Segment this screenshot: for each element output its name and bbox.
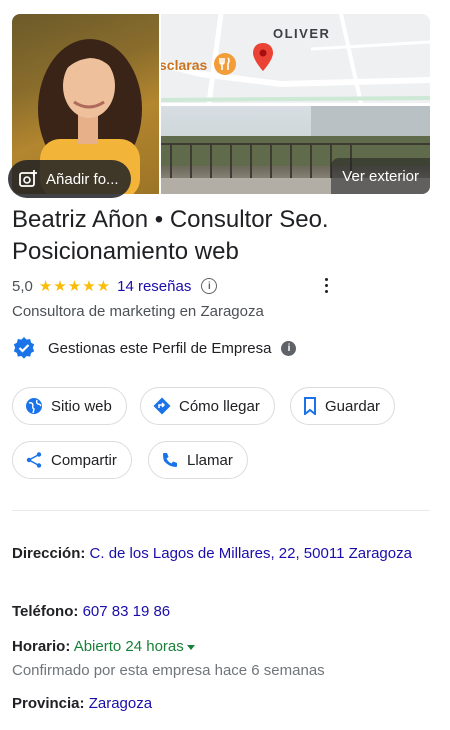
save-button[interactable]: Guardar [290, 387, 396, 425]
map-poi-label: sclaras [161, 57, 208, 73]
share-icon [26, 452, 42, 468]
save-label: Guardar [325, 397, 381, 415]
reviews-link[interactable]: 14 reseñas [117, 278, 191, 295]
restaurant-icon [214, 53, 236, 75]
address-value[interactable]: C. de los Lagos de Millares, 22, 50011 Z… [90, 545, 412, 562]
add-photo-label: Añadir fo... [46, 170, 119, 188]
info-icon[interactable]: i [201, 278, 218, 294]
globe-icon [26, 398, 42, 414]
call-label: Llamar [187, 451, 233, 469]
section-divider [12, 510, 430, 511]
hours-value[interactable]: Abierto 24 horas [74, 638, 184, 655]
location-pin-icon [253, 43, 273, 71]
managed-profile-row: Gestionas este Perfil de Empresa i [12, 336, 297, 360]
chevron-down-icon[interactable] [186, 644, 195, 650]
bookmark-icon [304, 397, 316, 415]
view-exterior-button[interactable]: Ver exterior [331, 158, 430, 194]
map-thumbnail[interactable]: OLIVER sclaras [161, 14, 430, 103]
view-exterior-label: Ver exterior [342, 167, 419, 185]
address-row: Dirección: C. de los Lagos de Millares, … [12, 543, 422, 565]
business-title: Beatriz Añon • Consultor Seo. Posicionam… [12, 206, 329, 265]
phone-value[interactable]: 607 83 19 86 [83, 603, 171, 620]
directions-label: Cómo llegar [179, 397, 260, 415]
share-button[interactable]: Compartir [12, 441, 132, 479]
province-label: Provincia: [12, 695, 85, 712]
managed-profile-label: Gestionas este Perfil de Empresa [48, 339, 272, 357]
province-value[interactable]: Zaragoza [89, 695, 152, 712]
call-button[interactable]: Llamar [148, 441, 248, 479]
province-row: Provincia: Zaragoza [12, 693, 422, 715]
directions-button[interactable]: Cómo llegar [140, 387, 275, 425]
directions-icon [153, 397, 171, 415]
phone-icon [163, 453, 177, 467]
add-photo-icon [19, 170, 37, 187]
website-label: Sitio web [51, 397, 112, 415]
add-photo-button[interactable]: Añadir fo... [8, 160, 131, 198]
photo-gallery: Añadir fo... OLIVER sclaras Ver exterior [8, 14, 430, 198]
help-icon[interactable]: i [281, 340, 297, 356]
share-label: Compartir [51, 451, 117, 469]
rating-stars: ★★★★★ [38, 278, 112, 295]
website-button[interactable]: Sitio web [12, 387, 127, 425]
hours-row: Horario: Abierto 24 horas [12, 636, 422, 658]
hours-confirmation: Confirmado por esta empresa hace 6 seman… [12, 662, 325, 679]
rating-value: 5,0 [12, 277, 33, 295]
rating-row: 5,0 ★★★★★ 14 reseñas i [12, 276, 218, 296]
verified-badge-icon [13, 337, 35, 359]
map-street-label: OLIVER [273, 26, 331, 41]
business-category: Consultora de marketing en Zaragoza [12, 303, 264, 320]
phone-row: Teléfono: 607 83 19 86 [12, 601, 422, 623]
phone-label: Teléfono: [12, 603, 79, 620]
more-options-icon[interactable] [316, 274, 336, 296]
street-view-thumbnail[interactable]: Ver exterior [161, 106, 430, 194]
address-label: Dirección: [12, 545, 86, 562]
hours-label: Horario: [12, 638, 71, 655]
